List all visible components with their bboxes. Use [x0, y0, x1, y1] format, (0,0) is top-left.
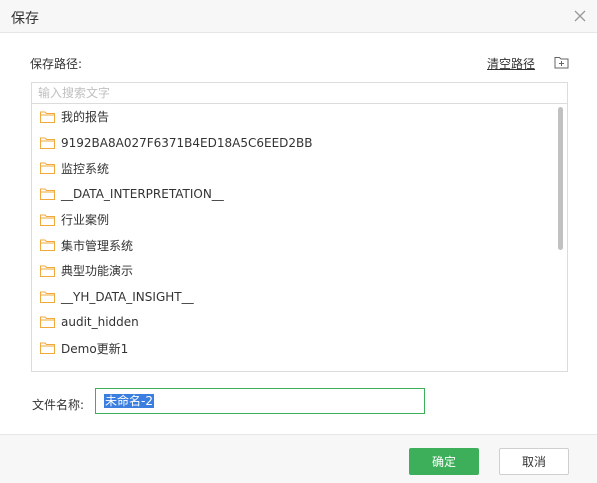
- confirm-button[interactable]: 确定: [409, 448, 479, 475]
- folder-icon: [40, 137, 55, 149]
- folder-item[interactable]: 集市管理系统: [32, 232, 557, 258]
- folder-item[interactable]: 9192BA8A027F6371B4ED18A5C6EED2BB: [32, 130, 557, 156]
- folder-icon: [40, 316, 55, 329]
- cancel-button[interactable]: 取消: [499, 448, 569, 475]
- folder-item[interactable]: 我的报告: [32, 104, 557, 130]
- folder-item-label: Demo更新1: [61, 341, 129, 356]
- dialog-title: 保存: [11, 11, 39, 27]
- folder-item-label: 我的报告: [61, 110, 110, 125]
- folder-item[interactable]: __DATA_INTERPRETATION__: [32, 181, 557, 207]
- close-icon[interactable]: [573, 9, 587, 23]
- folder-item-label: __YH_DATA_INSIGHT__: [61, 289, 194, 304]
- vertical-scrollbar[interactable]: [556, 104, 567, 371]
- folder-item[interactable]: audit_hidden: [32, 310, 557, 336]
- folder-item-label: __DATA_INTERPRETATION__: [61, 186, 224, 201]
- folder-item[interactable]: 典型功能演示: [32, 258, 557, 284]
- folder-icon: [40, 265, 55, 277]
- new-folder-icon[interactable]: [554, 55, 569, 69]
- save-path-label: 保存路径:: [30, 57, 83, 71]
- folder-item-label: 9192BA8A027F6371B4ED18A5C6EED2BB: [61, 135, 313, 150]
- folder-icon: [40, 214, 55, 226]
- search-input[interactable]: [31, 82, 568, 104]
- folder-item[interactable]: __YH_DATA_INSIGHT__: [32, 284, 557, 310]
- file-name-label: 文件名称:: [32, 398, 85, 412]
- folder-item[interactable]: Demo更新1: [32, 335, 557, 361]
- folder-item-label: 典型功能演示: [61, 264, 134, 279]
- file-name-input[interactable]: 未命名-2: [95, 388, 425, 414]
- folder-item-label: audit_hidden: [61, 315, 139, 330]
- dialog-footer: 确定 取消: [0, 434, 597, 483]
- folder-icon: [40, 291, 55, 303]
- clear-path-link[interactable]: 清空路径: [487, 55, 535, 72]
- folder-item-label: 监控系统: [61, 161, 110, 176]
- folder-tree: 我的报告 9192BA8A027F6371B4ED18A5C6EED2BB 监控系统…: [31, 104, 568, 372]
- folder-icon: [40, 111, 55, 123]
- save-dialog: 保存 保存路径: 清空路径 我的报告 9192BA8A027F6371B4ED18…: [0, 0, 597, 483]
- folder-icon: [40, 239, 55, 252]
- folder-item[interactable]: 监控系统: [32, 155, 557, 181]
- folder-list: 我的报告 9192BA8A027F6371B4ED18A5C6EED2BB 监控系统…: [32, 104, 557, 361]
- folder-item-label: 集市管理系统: [61, 238, 134, 253]
- folder-item[interactable]: 行业案例: [32, 207, 557, 233]
- folder-icon: [40, 188, 55, 200]
- folder-icon: [40, 162, 55, 175]
- file-name-value: 未命名-2: [104, 394, 154, 408]
- folder-icon: [40, 342, 55, 355]
- folder-item-label: 行业案例: [61, 213, 110, 228]
- scrollbar-thumb[interactable]: [558, 107, 563, 250]
- dialog-header: 保存: [0, 0, 597, 33]
